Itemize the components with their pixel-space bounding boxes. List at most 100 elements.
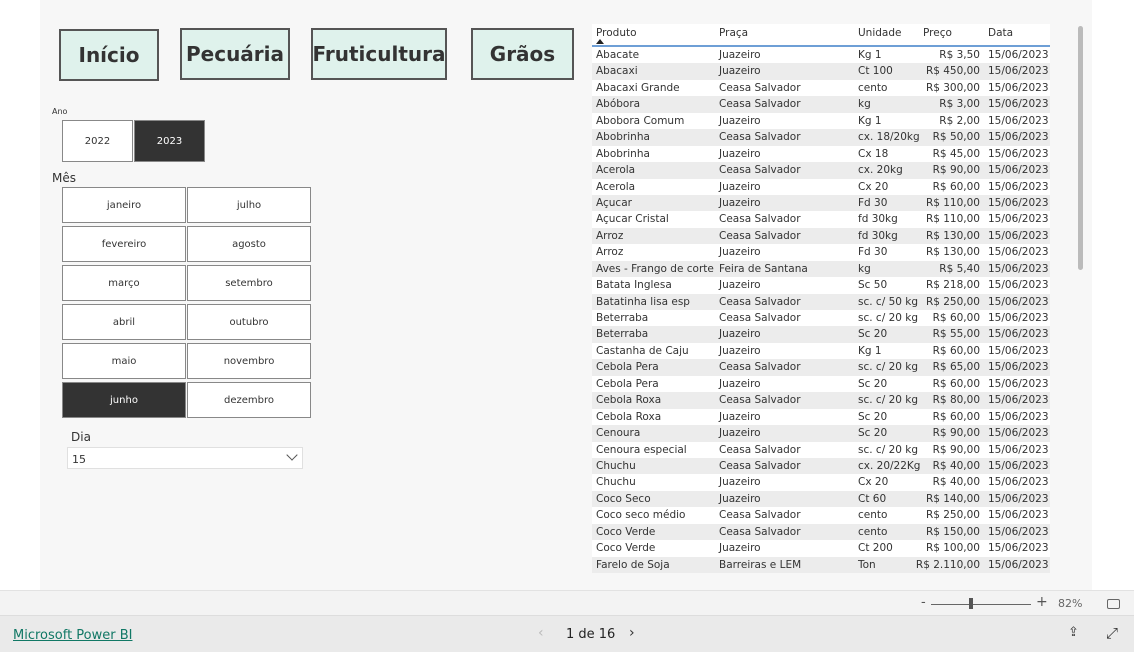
table-row: Batata Inglesa Juazeiro Sc 50 R$ 218,00 15/0… bbox=[592, 277, 1050, 293]
table-cell: R$ 3,00 bbox=[939, 98, 980, 111]
table-row: Arroz Ceasa Salvador fd 30kg R$ 130,00 15/06… bbox=[592, 227, 1050, 245]
column-header-1[interactable]: Praça bbox=[719, 27, 748, 39]
table-cell: R$ 65,00 bbox=[932, 361, 980, 374]
table-cell: 15/06/2023 bbox=[988, 196, 1049, 209]
table-cell: 15/06/2023 bbox=[988, 295, 1049, 308]
table-cell: Cebola Pera bbox=[596, 377, 659, 390]
mes-tile-agosto[interactable]: agosto bbox=[187, 226, 311, 262]
next-page-icon[interactable]: › bbox=[629, 625, 635, 641]
table-cell: cx. 18/20kg bbox=[858, 131, 920, 144]
table-cell: Cenoura bbox=[596, 427, 641, 440]
table-cell: Abobora Comum bbox=[596, 114, 685, 127]
table-cell: Abobrinha bbox=[596, 131, 650, 144]
mes-tile-março[interactable]: março bbox=[62, 265, 186, 301]
chevron-down-icon bbox=[286, 449, 298, 461]
table-cell: 15/06/2023 bbox=[988, 542, 1049, 555]
table-cell: sc. c/ 50 kg bbox=[858, 295, 919, 308]
table-cell: kg bbox=[858, 262, 871, 275]
table-cell: Ceasa Salvador bbox=[719, 312, 801, 324]
table-cell: Barreiras e LEM bbox=[719, 558, 802, 571]
table-cell: 15/06/2023 bbox=[988, 328, 1049, 341]
zoom-out-button[interactable]: - bbox=[921, 595, 926, 610]
table-row: Coco seco médio Ceasa Salvador cento R$ 250… bbox=[592, 507, 1050, 523]
table-cell: Juazeiro bbox=[719, 542, 761, 555]
nav-button-fruticultura[interactable]: Fruticultura bbox=[311, 28, 447, 80]
table-cell: cento bbox=[858, 525, 888, 538]
ano-tile-2023[interactable]: 2023 bbox=[134, 120, 205, 162]
table-cell: 15/06/2023 bbox=[988, 147, 1049, 160]
mes-tile-dezembro[interactable]: dezembro bbox=[187, 382, 311, 418]
table-cell: Juazeiro bbox=[719, 328, 761, 341]
table-cell: R$ 218,00 bbox=[925, 279, 980, 292]
table-row: Cenoura especial Ceasa Salvador sc. c/ 20 … bbox=[592, 442, 1050, 458]
power-bi-link[interactable]: Microsoft Power BI bbox=[13, 628, 132, 643]
table-row: Arroz Juazeiro Fd 30 R$ 130,00 15/06/2023 bbox=[592, 244, 1050, 260]
table-cell: Juazeiro bbox=[719, 114, 761, 127]
footer: Microsoft Power BI ‹ 1 de 16 › ⇪ ⤢ bbox=[0, 616, 1134, 652]
fit-to-page-icon[interactable] bbox=[1107, 599, 1120, 609]
table-scrollbar[interactable] bbox=[1078, 26, 1083, 270]
sort-ascending-icon bbox=[596, 39, 604, 44]
table-cell: Juazeiro bbox=[719, 344, 761, 357]
mes-tile-janeiro[interactable]: janeiro bbox=[62, 187, 186, 223]
table-cell: 15/06/2023 bbox=[988, 476, 1049, 489]
ano-label: Ano bbox=[52, 107, 68, 116]
table-cell: Kg 1 bbox=[858, 114, 882, 127]
table-row: Abobrinha Juazeiro Cx 18 R$ 45,00 15/06/2023 bbox=[592, 146, 1050, 162]
nav-button-pecuaria[interactable]: Pecuária bbox=[180, 28, 290, 80]
table-row: Acerola Ceasa Salvador cx. 20kg R$ 90,00 15/… bbox=[592, 162, 1050, 179]
mes-tile-junho[interactable]: junho bbox=[62, 382, 186, 418]
table-cell: Juazeiro bbox=[719, 427, 761, 440]
column-header-3[interactable]: Preço bbox=[923, 27, 952, 39]
table-cell: 15/06/2023 bbox=[988, 427, 1049, 440]
table-row: Castanha de Caju Juazeiro Kg 1 R$ 60,00 15/0… bbox=[592, 343, 1050, 359]
table-row: Abacaxi Juazeiro Ct 100 R$ 450,00 15/06/2023 bbox=[592, 63, 1050, 80]
table-cell: Cx 20 bbox=[858, 180, 889, 193]
table-cell: R$ 250,00 bbox=[925, 509, 980, 522]
fullscreen-icon[interactable]: ⤢ bbox=[1106, 624, 1118, 642]
zoom-slider-handle[interactable] bbox=[969, 598, 973, 609]
table-cell: R$ 130,00 bbox=[925, 246, 980, 259]
column-header-4[interactable]: Data bbox=[988, 27, 1013, 39]
zoom-slider[interactable] bbox=[931, 604, 1031, 605]
column-header-0[interactable]: Produto bbox=[596, 27, 637, 39]
table-cell: Sc 20 bbox=[858, 377, 888, 390]
mes-tile-novembro[interactable]: novembro bbox=[187, 343, 311, 379]
mes-tile-abril[interactable]: abril bbox=[62, 304, 186, 340]
table-row: Cebola Roxa Juazeiro Sc 20 R$ 60,00 15/06/20… bbox=[592, 409, 1050, 425]
ano-tile-2022[interactable]: 2022 bbox=[62, 120, 133, 162]
table-cell: Fd 30 bbox=[858, 196, 888, 209]
table-row: Cebola Roxa Ceasa Salvador sc. c/ 20 kg R$ … bbox=[592, 392, 1050, 409]
mes-label: Mês bbox=[52, 171, 76, 185]
table-cell: 15/06/2023 bbox=[988, 49, 1049, 61]
mes-tile-fevereiro[interactable]: fevereiro bbox=[62, 226, 186, 262]
table-cell: cento bbox=[858, 509, 888, 522]
table-cell: R$ 40,00 bbox=[932, 459, 980, 472]
table-cell: 15/06/2023 bbox=[988, 558, 1049, 571]
dia-value: 15 bbox=[72, 453, 86, 466]
mes-tile-julho[interactable]: julho bbox=[187, 187, 311, 223]
column-header-2[interactable]: Unidade bbox=[858, 27, 901, 39]
zoom-in-button[interactable]: + bbox=[1036, 594, 1048, 610]
table-cell: R$ 450,00 bbox=[925, 65, 980, 78]
nav-button-graos[interactable]: Grãos bbox=[471, 28, 574, 80]
table-cell: Juazeiro bbox=[719, 377, 761, 390]
table-cell: Ct 200 bbox=[858, 542, 893, 555]
mes-tile-maio[interactable]: maio bbox=[62, 343, 186, 379]
table-cell: 15/06/2023 bbox=[988, 361, 1049, 374]
table-cell: sc. c/ 20 kg bbox=[858, 361, 919, 374]
table-cell: 15/06/2023 bbox=[988, 279, 1049, 292]
table-cell: 15/06/2023 bbox=[988, 394, 1049, 407]
table-cell: 15/06/2023 bbox=[988, 492, 1049, 505]
mes-tile-outubro[interactable]: outubro bbox=[187, 304, 311, 340]
nav-button-inicio[interactable]: Início bbox=[59, 29, 159, 81]
mes-tile-setembro[interactable]: setembro bbox=[187, 265, 311, 301]
share-icon[interactable]: ⇪ bbox=[1068, 625, 1079, 640]
prev-page-icon[interactable]: ‹ bbox=[538, 625, 544, 641]
table-cell: R$ 90,00 bbox=[932, 427, 980, 440]
dia-dropdown[interactable]: 15 bbox=[67, 447, 303, 469]
table-cell: Ct 60 bbox=[858, 492, 887, 505]
table-cell: Ceasa Salvador bbox=[719, 525, 801, 538]
table-cell: Cx 18 bbox=[858, 147, 889, 160]
table-row: Acerola Juazeiro Cx 20 R$ 60,00 15/06/2023 bbox=[592, 179, 1050, 195]
